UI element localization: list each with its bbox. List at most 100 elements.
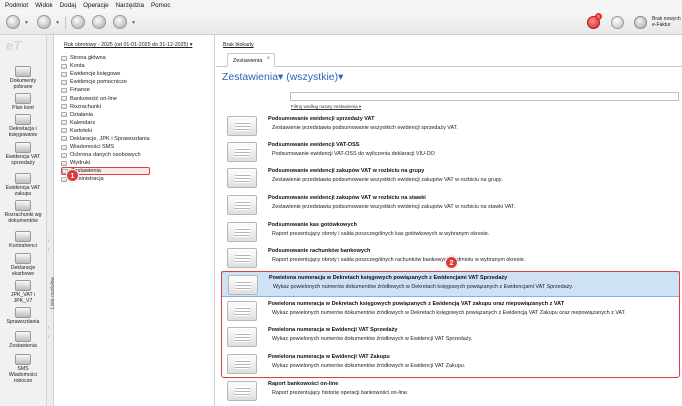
- module-label: Sprawozdania: [6, 319, 40, 325]
- efaktura-icon[interactable]: [634, 16, 647, 29]
- module-deklaracje[interactable]: Deklaracje skarbowe: [0, 253, 46, 277]
- tree-item-kalendarz[interactable]: Kalendarz: [61, 119, 150, 127]
- chevron-down-icon[interactable]: ▼: [131, 20, 136, 26]
- chevron-left-icon[interactable]: ‹: [48, 325, 50, 331]
- accounts-icon: [61, 63, 67, 69]
- chevron-left-icon[interactable]: ‹: [48, 238, 50, 244]
- tree-item-label: Bankowość on-line: [70, 95, 117, 102]
- module-sms[interactable]: SMS Wiadomości roboczе: [0, 354, 46, 384]
- module-dekretacja[interactable]: Dekretacja i księgowanie: [0, 114, 46, 138]
- chevron-left-icon[interactable]: ‹: [48, 247, 50, 253]
- menu-operacje[interactable]: Operacje: [83, 2, 109, 9]
- tree-item-label: Kalendarz: [70, 119, 96, 126]
- tab-zestawienia[interactable]: Zestawienia ×: [227, 53, 275, 67]
- module-sprawozdania[interactable]: Sprawozdania: [0, 307, 46, 325]
- list-item-desc: Raport prezentujący obroty i salda poszc…: [272, 257, 526, 263]
- list-item[interactable]: Raport bankowości on-line Raport prezentu…: [221, 378, 680, 404]
- chevron-down-icon[interactable]: ▼: [24, 20, 29, 26]
- list-item[interactable]: Podsumowanie kas gotówkowych Raport preze…: [221, 219, 680, 245]
- fiscal-year-selector[interactable]: Rok obrotowy - 2025 (od 01-01-2025 do 31…: [64, 42, 192, 48]
- module-ewidencja-vat-zakupu[interactable]: Ewidencja VAT zakupu: [0, 173, 46, 197]
- jpk-icon: [15, 280, 31, 291]
- module-plan-kont[interactable]: Plan kont: [0, 93, 46, 111]
- tree-item-ewidencje-ksiegowe[interactable]: Ewidencje księgowe: [61, 70, 150, 78]
- menu-pomoc[interactable]: Pomoc: [151, 2, 171, 9]
- tree-item-finanse[interactable]: Finanse: [61, 86, 150, 94]
- step-marker-2: 2: [445, 256, 458, 269]
- tab-label: Zestawienia: [233, 58, 263, 64]
- statements-icon: [15, 331, 31, 342]
- report-icon: [227, 116, 257, 136]
- search-input[interactable]: [290, 92, 679, 101]
- filter-dropdown[interactable]: Filtruj według nazwy zestawienia ▾: [291, 104, 361, 110]
- tree-item-dzialania[interactable]: Działania: [61, 111, 150, 119]
- settings-icon[interactable]: [113, 15, 127, 29]
- list-item-title: Podsumowanie ewidencji sprzedaży VAT: [268, 116, 375, 122]
- list-item[interactable]: Podsumowanie ewidencji zakupów VAT w roz…: [221, 165, 680, 191]
- module-label: Plan kont: [12, 105, 34, 111]
- module-label: JPK_VAT i JPK_V7: [10, 292, 36, 304]
- module-ewidencja-vat-sprzedazy[interactable]: Ewidencja VAT sprzedaży: [0, 142, 46, 166]
- module-zestawienia[interactable]: Zestawienia: [0, 331, 46, 349]
- refresh-icon[interactable]: [71, 15, 85, 29]
- efaktura-status[interactable]: Brak nowych e-Faktur: [652, 16, 681, 28]
- list-item[interactable]: Podsumowanie ewidencji VAT-OSS Podsumowan…: [221, 139, 680, 165]
- page-title[interactable]: Zestawienia▾ (wszystkie)▾: [222, 71, 343, 83]
- tree-item-wydruki[interactable]: Wydruki: [61, 159, 150, 167]
- tree-item-label: Deklaracje, JPK i Sprawozdania: [70, 135, 150, 142]
- module-bar: eT Dokumenty pobrane Plan kont Dekretacj…: [0, 35, 47, 406]
- close-icon[interactable]: ×: [266, 56, 270, 62]
- module-label: Dokumenty pobrane: [9, 78, 37, 90]
- back-icon[interactable]: [37, 15, 51, 29]
- list-item[interactable]: Podsumowanie ewidencji sprzedaży VAT Zest…: [221, 113, 680, 139]
- module-label: Dekretacja i księgowanie: [8, 126, 38, 138]
- tree-item-strona-glowna[interactable]: Strona główna: [61, 54, 150, 62]
- info-icon[interactable]: [611, 16, 624, 29]
- module-label: Rozrachunki wg dokumentów: [4, 212, 42, 224]
- tree-item-label: Wiadomości SMS: [70, 144, 115, 151]
- list-item-desc: Zestawienie przedstawia podsumowanie wsz…: [272, 177, 503, 183]
- fiscal-year-label: Rok obrotowy - 2025 (od 01-01-2025 do 31…: [64, 42, 189, 48]
- module-kontrahenci[interactable]: Kontrahenci: [0, 231, 46, 249]
- tree-item-konta[interactable]: Konta: [61, 62, 150, 70]
- tree-item-label: Ewidencje pomocnicze: [70, 79, 127, 86]
- efaktura-status-line2: e-Faktur: [652, 22, 671, 28]
- print-icon[interactable]: [92, 15, 106, 29]
- module-jpk[interactable]: JPK_VAT i JPK_V7: [0, 280, 46, 304]
- tree-item-wiadomosci-sms[interactable]: Wiadomości SMS: [61, 143, 150, 151]
- actions-icon: [61, 112, 67, 118]
- module-list-tab[interactable]: ‹ ‹ Lista modułów ‹ ‹: [47, 35, 56, 406]
- navigate-icon[interactable]: [6, 15, 20, 29]
- chevron-left-icon[interactable]: ‹: [48, 334, 50, 340]
- menu-widok[interactable]: Widok: [35, 2, 53, 9]
- menu-bar: Podmiot Widok Dodaj Operacje Narzędzia P…: [0, 0, 682, 10]
- list-item-title: Raport bankowości on-line: [268, 381, 339, 387]
- navigation-tree: Strona główna Konta Ewidencje księgowe E…: [61, 54, 150, 184]
- list-item-title: Podsumowanie rachunków bankowych: [268, 248, 371, 254]
- menu-narzedzia[interactable]: Narzędzia: [116, 2, 144, 9]
- ledger-icon: [61, 71, 67, 77]
- tree-item-ochrona-danych[interactable]: Ochrona danych osobowych: [61, 151, 150, 159]
- chevron-down-icon[interactable]: ▼: [55, 20, 60, 26]
- tree-item-bankowosc[interactable]: Bankowość on-line: [61, 94, 150, 102]
- tab-bar: Zestawienia ×: [216, 52, 682, 67]
- tree-item-label: Wydruki: [70, 160, 91, 167]
- tree-item-ewidencje-pomocnicze[interactable]: Ewidencje pomocnicze: [61, 78, 150, 86]
- files-icon: [61, 128, 67, 134]
- menu-dodaj[interactable]: Dodaj: [60, 2, 76, 9]
- lock-status-link[interactable]: Brak blokady: [223, 42, 254, 48]
- sms-icon: [61, 144, 67, 150]
- tree-item-rozrachunki[interactable]: Rozrachunki: [61, 103, 150, 111]
- purchase-vat-icon: [15, 173, 31, 184]
- home-icon: [61, 55, 67, 61]
- list-item[interactable]: Podsumowanie ewidencji zakupów VAT w roz…: [221, 192, 680, 218]
- tree-item-kartoteki[interactable]: Kartoteki: [61, 127, 150, 135]
- module-dokumenty-pobrane[interactable]: Dokumenty pobrane: [0, 66, 46, 90]
- menu-podmiot[interactable]: Podmiot: [5, 2, 28, 9]
- list-item-title: Podsumowanie kas gotówkowych: [268, 222, 357, 228]
- module-rozrachunki[interactable]: Rozrachunki wg dokumentów: [0, 200, 46, 224]
- list-item-desc: Raport prezentujący historię operacji ba…: [272, 390, 409, 396]
- tree-item-deklaracje[interactable]: Deklaracje, JPK i Sprawozdania: [61, 135, 150, 143]
- bank-account-icon: [227, 248, 257, 268]
- aux-ledger-icon: [61, 79, 67, 85]
